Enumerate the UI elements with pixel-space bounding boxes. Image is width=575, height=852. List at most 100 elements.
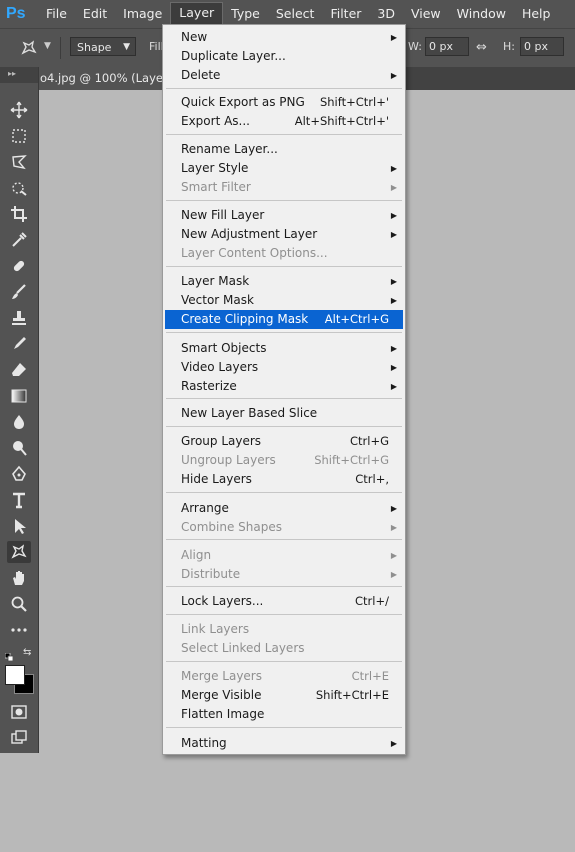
tool-mode-select[interactable]: Shape ▼ [70, 37, 136, 56]
eyedropper-tool-icon[interactable] [7, 229, 31, 251]
menu-item-new[interactable]: New ▶ [165, 28, 403, 47]
pen-tool-icon[interactable] [7, 463, 31, 485]
menu-edit[interactable]: Edit [75, 3, 115, 25]
chevron-down-icon: ▼ [123, 42, 130, 52]
menu-item-align: Align ▶ [165, 546, 403, 565]
menu-item-merge-visible[interactable]: Merge Visible Shift+Ctrl+E [165, 686, 403, 705]
marquee-tool-icon[interactable] [7, 125, 31, 147]
menu-filter[interactable]: Filter [322, 3, 369, 25]
menu-item-vector-mask[interactable]: Vector Mask ▶ [165, 291, 403, 310]
default-colors-icon[interactable] [4, 650, 14, 662]
menu-file[interactable]: File [38, 3, 75, 25]
custom-shape-icon[interactable] [20, 39, 38, 57]
menu-item-duplicate-layer[interactable]: Duplicate Layer... [165, 47, 403, 66]
menu-item-layer-style[interactable]: Layer Style ▶ [165, 159, 403, 178]
menu-separator [166, 727, 402, 728]
menu-image[interactable]: Image [115, 3, 170, 25]
submenu-arrow-icon: ▶ [390, 363, 397, 372]
menu-3d[interactable]: 3D [369, 3, 403, 25]
menu-separator [166, 88, 402, 89]
path-selection-tool-icon[interactable] [7, 515, 31, 537]
menu-item-group-layers[interactable]: Group Layers Ctrl+G [165, 432, 403, 451]
submenu-arrow-icon: ▶ [390, 277, 397, 286]
submenu-arrow-icon: ▶ [390, 183, 397, 192]
menu-item-video-layers[interactable]: Video Layers ▶ [165, 358, 403, 377]
clone-stamp-tool-icon[interactable] [7, 307, 31, 329]
menu-item-hide-layers[interactable]: Hide Layers Ctrl+, [165, 470, 403, 489]
menu-help[interactable]: Help [514, 3, 559, 25]
chevron-down-icon[interactable]: ▼ [44, 41, 51, 51]
width-field[interactable]: 0 px [425, 37, 469, 56]
height-field[interactable]: 0 px [520, 37, 564, 56]
brush-tool-icon[interactable] [7, 281, 31, 303]
menu-layer[interactable]: Layer [170, 2, 224, 26]
tools-panel: ▸▸ ⇆ [0, 67, 39, 753]
menu-separator [166, 492, 402, 493]
menu-item-smart-filter: Smart Filter ▶ [165, 178, 403, 197]
submenu-arrow-icon: ▶ [390, 382, 397, 391]
submenu-arrow-icon: ▶ [390, 230, 397, 239]
menu-item-ungroup-layers: Ungroup Layers Shift+Ctrl+G [181, 453, 389, 467]
type-tool-icon[interactable] [7, 489, 31, 511]
quick-mask-icon[interactable] [7, 701, 31, 723]
submenu-arrow-icon: ▶ [390, 344, 397, 353]
submenu-arrow-icon: ▶ [390, 551, 397, 560]
menu-item-link-layers: Link Layers [181, 622, 250, 636]
menu-item-matting[interactable]: Matting ▶ [165, 734, 403, 753]
link-icon[interactable]: ⇔ [476, 40, 487, 55]
move-tool-icon[interactable] [7, 99, 31, 121]
screen-mode-icon[interactable] [7, 727, 31, 749]
collapse-panel-icon[interactable]: ▸▸ [0, 67, 38, 83]
custom-shape-tool-icon[interactable] [7, 541, 31, 563]
submenu-arrow-icon: ▶ [390, 164, 397, 173]
foreground-color-swatch[interactable] [5, 665, 25, 685]
menu-item-select-linked-layers: Select Linked Layers [181, 641, 305, 655]
photoshop-logo: Ps [6, 5, 26, 22]
menu-item-layer-content-options: Layer Content Options... [181, 246, 328, 260]
blur-tool-icon[interactable] [7, 411, 31, 433]
menu-separator [166, 539, 402, 540]
hand-tool-icon[interactable] [7, 567, 31, 589]
menu-item-delete[interactable]: Delete ▶ [165, 66, 403, 85]
lasso-tool-icon[interactable] [7, 151, 31, 173]
menu-item-lock-layers[interactable]: Lock Layers... Ctrl+/ [165, 592, 403, 611]
crop-tool-icon[interactable] [7, 203, 31, 225]
menu-item-create-clipping-mask[interactable]: Create Clipping Mask Alt+Ctrl+G [165, 310, 403, 329]
menu-separator [166, 266, 402, 267]
submenu-arrow-icon: ▶ [390, 71, 397, 80]
menu-item-rasterize[interactable]: Rasterize ▶ [165, 377, 403, 396]
more-tools-icon[interactable] [7, 619, 31, 641]
menu-item-new-layer-based-slice[interactable]: New Layer Based Slice [165, 404, 403, 423]
submenu-arrow-icon: ▶ [390, 33, 397, 42]
quick-selection-tool-icon[interactable] [7, 177, 31, 199]
eraser-tool-icon[interactable] [7, 359, 31, 381]
tool-mode-value: Shape [77, 41, 112, 54]
menu-item-rename-layer[interactable]: Rename Layer... [165, 140, 403, 159]
menu-item-flatten-image[interactable]: Flatten Image [165, 705, 403, 724]
zoom-tool-icon[interactable] [7, 593, 31, 615]
menu-item-arrange[interactable]: Arrange ▶ [165, 499, 403, 518]
menu-separator [166, 398, 402, 399]
menu-view[interactable]: View [403, 3, 449, 25]
menu-item-distribute: Distribute ▶ [165, 565, 403, 584]
menu-type[interactable]: Type [223, 3, 268, 25]
menu-separator [166, 134, 402, 135]
menu-separator [166, 661, 402, 662]
gradient-tool-icon[interactable] [7, 385, 31, 407]
menu-item-new-adjustment-layer[interactable]: New Adjustment Layer ▶ [165, 225, 403, 244]
swap-colors-icon[interactable]: ⇆ [23, 647, 31, 658]
menu-select[interactable]: Select [268, 3, 323, 25]
menu-window[interactable]: Window [449, 3, 514, 25]
submenu-arrow-icon: ▶ [390, 739, 397, 748]
menu-item-export-as[interactable]: Export As... Alt+Shift+Ctrl+' [165, 112, 403, 131]
menu-item-merge-layers: Merge Layers Ctrl+E [181, 669, 389, 683]
menu-item-layer-mask[interactable]: Layer Mask ▶ [165, 272, 403, 291]
healing-brush-tool-icon[interactable] [7, 255, 31, 277]
history-brush-tool-icon[interactable] [7, 333, 31, 355]
menu-item-quick-export[interactable]: Quick Export as PNG Shift+Ctrl+' [165, 93, 403, 112]
submenu-arrow-icon: ▶ [390, 504, 397, 513]
menu-item-smart-objects[interactable]: Smart Objects ▶ [165, 339, 403, 358]
menu-separator [166, 332, 402, 333]
dodge-tool-icon[interactable] [7, 437, 31, 459]
menu-item-new-fill-layer[interactable]: New Fill Layer ▶ [165, 206, 403, 225]
